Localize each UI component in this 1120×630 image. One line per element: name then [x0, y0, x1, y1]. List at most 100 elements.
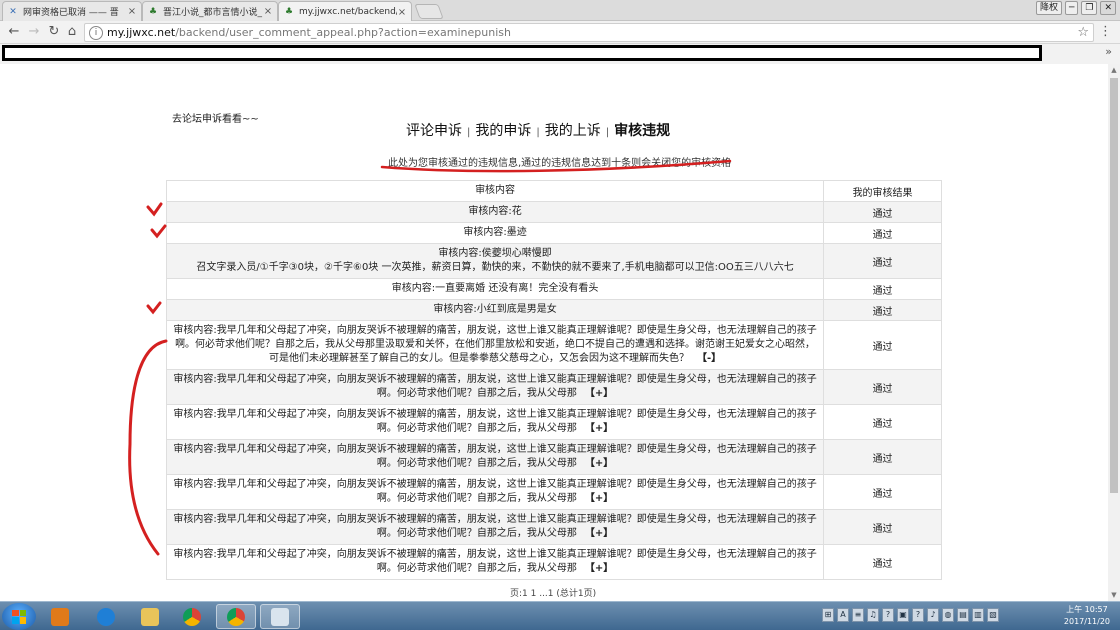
- expand-toggle[interactable]: 【+】: [585, 388, 613, 399]
- tray-icon[interactable]: ♫: [867, 608, 879, 622]
- review-content-cell: 审核内容:我早几年和父母起了冲突，向朋友哭诉不被理解的痛苦，朋友说，这世上谁又能…: [165, 369, 825, 405]
- review-content-cell: 审核内容:我早几年和父母起了冲突，向朋友哭诉不被理解的痛苦，朋友说，这世上谁又能…: [165, 404, 825, 440]
- table-row: 审核内容:小红到底是男是女 通过: [165, 299, 942, 321]
- windows-media-player-icon: [51, 607, 69, 626]
- tab-my-reappeals[interactable]: 我的上诉: [545, 123, 601, 139]
- column-header-content: 审核内容: [165, 180, 825, 202]
- taskbar-ie[interactable]: [86, 604, 126, 629]
- site-info-icon[interactable]: i: [89, 25, 103, 40]
- internet-explorer-icon: [97, 607, 115, 626]
- taskbar-media-player[interactable]: [40, 604, 80, 629]
- table-row: 审核内容:我早几年和父母起了冲突，向朋友哭诉不被理解的痛苦，朋友说，这世上谁又能…: [165, 320, 942, 370]
- table-row: 审核内容:墨迹 通过: [165, 222, 942, 244]
- browser-toolbar: ← → ↻ ⌂ i my.jjwxc.net/backend/user_comm…: [0, 21, 1120, 44]
- review-result-cell: 通过: [823, 243, 942, 279]
- tray-icon[interactable]: ⊞: [822, 608, 834, 622]
- page-scrollbar[interactable]: ▲ ▼: [1108, 64, 1120, 601]
- bookmarks-bar: »: [0, 44, 1120, 64]
- tray-icon[interactable]: ▤: [957, 608, 969, 622]
- taskbar-explorer[interactable]: [130, 604, 170, 629]
- help-icon[interactable]: ?: [912, 608, 924, 622]
- table-row: 审核内容:我早几年和父母起了冲突，向朋友哭诉不被理解的痛苦，朋友说，这世上谁又能…: [165, 509, 942, 545]
- review-result-cell: 通过: [823, 544, 942, 580]
- table-row: 审核内容:我早几年和父母起了冲突，向朋友哭诉不被理解的痛苦，朋友说，这世上谁又能…: [165, 544, 942, 580]
- clock-time: 上午 10:57: [1066, 605, 1108, 614]
- tray-icon[interactable]: A: [837, 608, 849, 622]
- tab-title: my.jjwxc.net/backend/: [299, 7, 397, 17]
- taskbar-chrome-1[interactable]: [172, 604, 212, 629]
- review-content-cell: 审核内容:侯夔坝心啭慢即召文字录入员/①千字③0块，②千字⑥0块 一次英推，薪资…: [165, 243, 825, 279]
- scroll-down-icon[interactable]: ▼: [1110, 591, 1118, 599]
- url-text: my.jjwxc.net/backend/user_comment_appeal…: [107, 26, 511, 39]
- collapse-toggle[interactable]: 【-】: [697, 353, 721, 364]
- browser-tab-2[interactable]: ♣ 晋江小说_都市言情小说_ ×: [142, 1, 278, 21]
- menu-icon[interactable]: ⋮: [1099, 24, 1112, 39]
- clock-date: 2017/11/20: [1063, 617, 1110, 626]
- forward-arrow-icon[interactable]: →: [26, 24, 42, 40]
- review-content-text: 审核内容:我早几年和父母起了冲突，向朋友哭诉不被理解的痛苦，朋友说，这世上谁又能…: [173, 514, 817, 539]
- window-controls: 降权 ─ ❐ ✕: [1035, 1, 1116, 15]
- bookmark-star-icon[interactable]: ☆: [1077, 25, 1089, 40]
- review-result-cell: 通过: [823, 369, 942, 405]
- browser-tab-3[interactable]: ♣ my.jjwxc.net/backend/ ×: [278, 1, 412, 22]
- tray-icon[interactable]: ▣: [897, 608, 909, 622]
- tab-review-violations[interactable]: 审核违规: [614, 123, 670, 139]
- browser-tab-strip: ✕ 网审资格已取消 —— 晋 × ♣ 晋江小说_都市言情小说_ × ♣ my.j…: [0, 0, 1120, 22]
- close-tab-icon[interactable]: ×: [127, 6, 137, 17]
- tab-comment-appeal[interactable]: 评论申诉: [406, 123, 462, 139]
- windows-taskbar: ⊞ A ≡ ♫? ▣? ♪ ◍ ▤ ▥ ▧ 上午 10:57 2017/11/20: [0, 601, 1120, 630]
- back-arrow-icon[interactable]: ←: [6, 24, 22, 40]
- file-explorer-icon: [141, 607, 159, 626]
- browser-tab-1[interactable]: ✕ 网审资格已取消 —— 晋 ×: [2, 1, 142, 21]
- tray-icon[interactable]: ≡: [852, 608, 864, 622]
- address-bar[interactable]: i my.jjwxc.net/backend/user_comment_appe…: [84, 23, 1094, 42]
- close-window-button[interactable]: ✕: [1100, 1, 1116, 15]
- review-content-text: 审核内容:我早几年和父母起了冲突，向朋友哭诉不被理解的痛苦，朋友说，这世上谁又能…: [173, 409, 817, 434]
- new-tab-button[interactable]: [414, 4, 444, 19]
- expand-toggle[interactable]: 【+】: [585, 423, 613, 434]
- taskbar-paint[interactable]: [260, 604, 300, 629]
- expand-toggle[interactable]: 【+】: [585, 493, 613, 504]
- system-clock[interactable]: 上午 10:57 2017/11/20: [1064, 604, 1110, 628]
- taskbar-chrome-2[interactable]: [216, 604, 256, 629]
- start-button[interactable]: [2, 603, 36, 630]
- review-result-cell: 通过: [823, 509, 942, 545]
- close-tab-icon[interactable]: ×: [397, 7, 407, 18]
- forum-appeal-link[interactable]: 去论坛申诉看看~~: [172, 110, 259, 125]
- help-icon[interactable]: ?: [882, 608, 894, 622]
- windows-logo-icon: [12, 609, 26, 624]
- volume-icon[interactable]: ♪: [927, 608, 939, 622]
- review-result-cell: 通过: [823, 222, 942, 244]
- review-content-text: 召文字录入员/①千字③0块，②千字⑥0块 一次英推，薪资日算，勤快的来，不勤快的…: [196, 262, 794, 273]
- review-content-text: 审核内容:一直要离婚 还没有离！完全没有看头: [391, 283, 599, 294]
- column-header-result: 我的审核结果: [823, 180, 942, 202]
- close-tab-icon[interactable]: ×: [263, 6, 273, 17]
- bracket-curve: [128, 339, 168, 556]
- nav-separator: |: [467, 127, 471, 138]
- user-profile-button[interactable]: 降权: [1035, 1, 1062, 15]
- review-result-cell: 通过: [823, 201, 942, 223]
- jjwxc-icon: ✕: [9, 6, 17, 17]
- tab-my-appeals[interactable]: 我的申诉: [475, 123, 531, 139]
- expand-toggle[interactable]: 【+】: [585, 563, 613, 574]
- scroll-up-icon[interactable]: ▲: [1110, 66, 1118, 74]
- chrome-icon: [183, 607, 201, 626]
- jjwxc-tree-icon: ♣: [284, 7, 294, 17]
- review-content-text: 审核内容:我早几年和父母起了冲突，向朋友哭诉不被理解的痛苦，朋友说，这世上谁又能…: [173, 374, 817, 399]
- home-icon[interactable]: ⌂: [64, 24, 80, 40]
- expand-toggle[interactable]: 【+】: [585, 528, 613, 539]
- expand-toggle[interactable]: 【+】: [585, 458, 613, 469]
- review-content-text: 审核内容:侯夔坝心啭慢即: [438, 248, 552, 259]
- review-content-text: 审核内容:小红到底是男是女: [433, 304, 557, 315]
- scrollbar-thumb[interactable]: [1110, 78, 1118, 493]
- network-icon[interactable]: ▥: [972, 608, 984, 622]
- more-bookmarks-icon[interactable]: »: [1105, 45, 1112, 58]
- reload-icon[interactable]: ↻: [46, 24, 62, 40]
- minimize-button[interactable]: ─: [1064, 1, 1079, 15]
- tray-icon[interactable]: ◍: [942, 608, 954, 622]
- tray-icon[interactable]: ▧: [987, 608, 999, 622]
- maximize-button[interactable]: ❐: [1081, 1, 1098, 15]
- system-tray: ⊞ A ≡ ♫? ▣? ♪ ◍ ▤ ▥ ▧: [822, 608, 999, 622]
- checkmark-1: [146, 202, 163, 217]
- review-content-cell: 审核内容:墨迹: [165, 222, 825, 244]
